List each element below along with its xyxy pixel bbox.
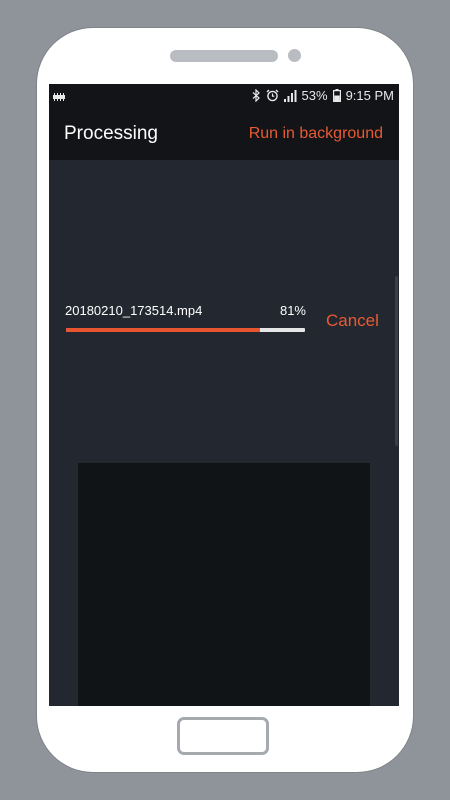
run-in-background-button[interactable]: Run in background [249, 125, 383, 143]
page-title: Processing [64, 123, 158, 144]
home-button[interactable] [177, 717, 269, 755]
front-camera [288, 49, 301, 62]
bluetooth-icon [252, 89, 261, 102]
app-bar: Processing Run in background [49, 108, 399, 160]
progress-bar [66, 328, 305, 332]
cancel-button[interactable]: Cancel [326, 311, 379, 331]
file-name: 20180210_173514.mp4 [65, 303, 203, 318]
progress-percent: 81% [279, 303, 306, 318]
battery-icon [332, 89, 341, 102]
notification-icon [53, 90, 65, 101]
alarm-icon [266, 89, 279, 102]
status-bar: 53% 9:15 PM [49, 84, 399, 108]
clock: 9:15 PM [345, 88, 394, 103]
battery-percent: 53% [301, 88, 328, 103]
video-preview [78, 463, 370, 706]
app-screen: 53% 9:15 PM Processing Run in background… [49, 84, 399, 706]
scrollbar[interactable] [395, 276, 398, 446]
speaker-grille [170, 50, 278, 62]
signal-icon [283, 89, 297, 102]
progress-bar-fill [66, 328, 260, 332]
